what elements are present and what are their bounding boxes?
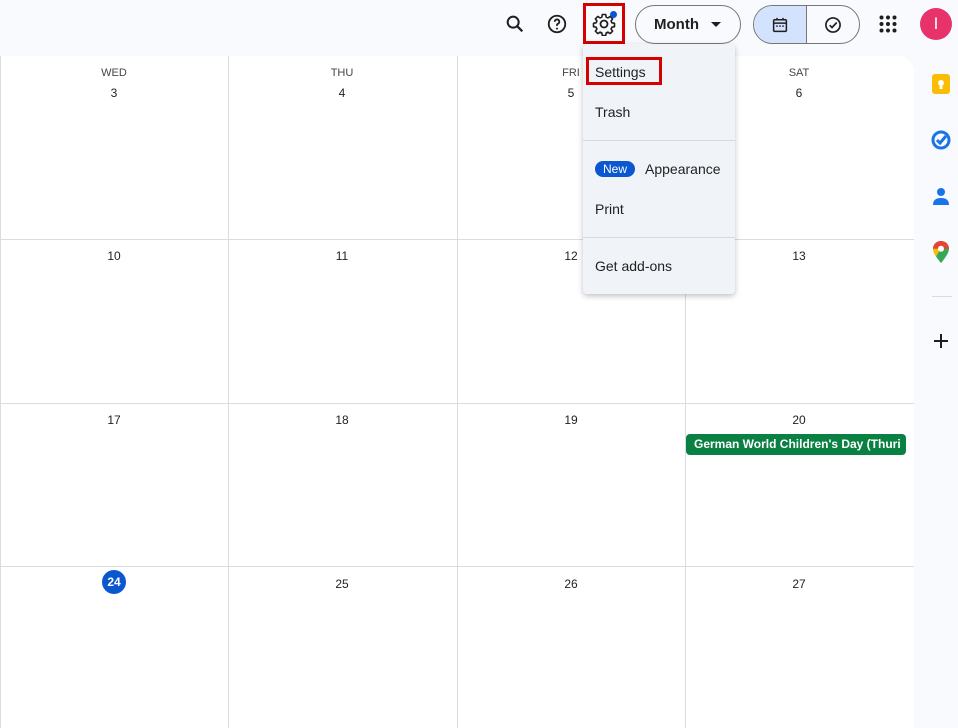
search-icon (506, 15, 524, 33)
settings-button[interactable] (583, 3, 625, 44)
day-of-week-label: THU (330, 67, 354, 79)
contacts-icon[interactable] (931, 186, 951, 206)
keep-icon[interactable] (931, 74, 951, 94)
new-badge: New (595, 161, 636, 177)
menu-item-label: Get add-ons (595, 258, 673, 274)
menu-divider (583, 140, 735, 141)
day-of-week-label: WED (101, 67, 127, 79)
settings-highlight-box (586, 57, 662, 85)
calendar-icon (772, 17, 788, 32)
task-check-icon (825, 16, 841, 33)
calendar-event-chip[interactable]: German World Children's Day (Thuri (686, 434, 906, 455)
grid-divider (0, 56, 1, 728)
maps-icon[interactable] (931, 241, 951, 263)
search-button[interactable] (495, 4, 535, 44)
grid-divider (457, 56, 458, 728)
menu-item-get-addons[interactable]: Get add-ons (583, 247, 735, 285)
caret-down-icon (710, 22, 721, 27)
day-number[interactable]: 27 (685, 577, 913, 591)
day-number[interactable]: 11 (228, 249, 456, 263)
day-number[interactable]: 26 (457, 577, 685, 591)
menu-item-label: Print (595, 201, 624, 217)
menu-item-appearance[interactable]: New Appearance (583, 150, 735, 188)
top-toolbar: Month I (0, 0, 958, 56)
tasks-view-button[interactable] (807, 6, 859, 43)
today-day-number[interactable]: 24 (102, 570, 126, 594)
apps-grid-icon (879, 15, 897, 33)
day-number[interactable]: 17 (0, 413, 228, 427)
tasks-icon[interactable] (931, 130, 951, 150)
help-icon (547, 14, 567, 34)
day-number[interactable]: 19 (457, 413, 685, 427)
calendar-view-button[interactable] (754, 6, 807, 43)
month-grid: WED THU FRI SAT 3 4 5 6 10 11 12 13 17 1… (0, 56, 914, 728)
day-number[interactable]: 18 (228, 413, 456, 427)
menu-item-trash[interactable]: Trash (583, 93, 735, 131)
account-avatar[interactable]: I (920, 8, 952, 40)
day-number[interactable]: 25 (228, 577, 456, 591)
view-select[interactable]: Month (635, 5, 741, 44)
grid-divider (0, 403, 914, 404)
google-apps-button[interactable] (868, 4, 908, 44)
menu-item-label: Appearance (645, 161, 721, 177)
menu-item-label: Trash (595, 104, 631, 120)
calendar-tasks-toggle (753, 5, 860, 44)
help-button[interactable] (537, 4, 577, 44)
side-panel-divider (932, 296, 952, 297)
grid-divider (0, 239, 914, 240)
day-number[interactable]: 20 (685, 413, 913, 427)
grid-divider (0, 566, 914, 567)
add-icon[interactable] (931, 331, 951, 351)
day-number[interactable]: 4 (228, 86, 456, 100)
day-number[interactable]: 3 (0, 86, 228, 100)
side-panel (924, 56, 958, 728)
menu-divider (583, 237, 735, 238)
day-number[interactable]: 10 (0, 249, 228, 263)
menu-item-print[interactable]: Print (583, 190, 735, 228)
grid-divider (228, 56, 229, 728)
view-select-label: Month (654, 16, 699, 33)
notification-dot (610, 11, 617, 18)
